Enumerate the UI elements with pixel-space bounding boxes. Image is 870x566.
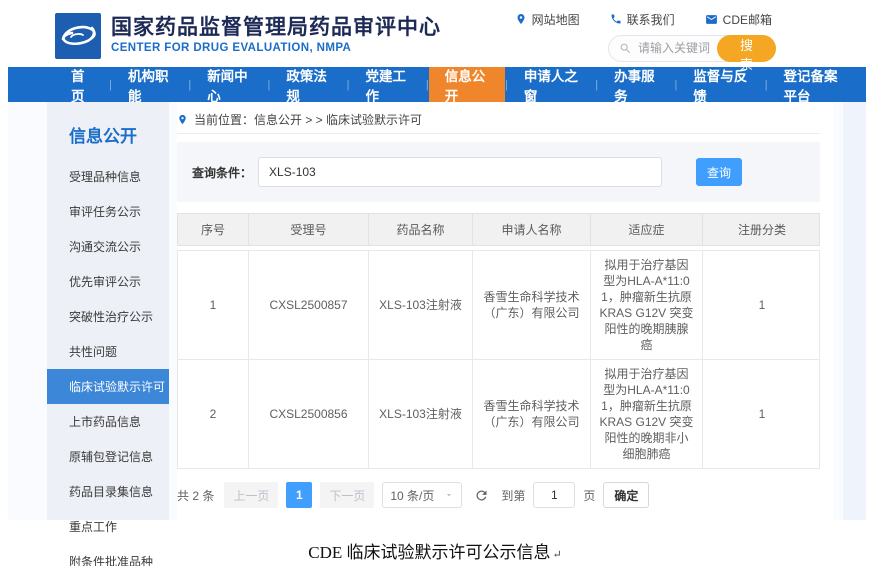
quick-links: 网站地图 联系我们 CDE邮箱 <box>515 11 772 28</box>
column-header-registration-class: 注册分类 <box>703 214 821 245</box>
link-site-map[interactable]: 网站地图 <box>515 11 580 28</box>
breadcrumb: 当前位置：信息公开 > > 临床试验默示许可 <box>177 110 820 134</box>
results-table: 序号 受理号 药品名称 申请人名称 适应症 注册分类 1 CXSL2500857… <box>177 213 820 469</box>
nav-item-policy[interactable]: 政策法规 <box>270 67 346 102</box>
map-pin-icon <box>177 114 188 125</box>
phone-icon <box>610 13 622 25</box>
query-label: 查询条件： <box>192 164 252 181</box>
cde-logo-icon <box>55 13 101 59</box>
sidebar-item-excipient-registration[interactable]: 原辅包登记信息 <box>47 439 169 474</box>
cell-registration-class: 1 <box>703 251 821 359</box>
nav-item-org[interactable]: 机构职能 <box>112 67 188 102</box>
nav-item-registration-platform[interactable]: 登记备案平台 <box>768 67 866 102</box>
pagination: 共 2 条 上一页 1 下一页 10 条/页 到第 页 <box>177 482 820 508</box>
jump-label: 到第 <box>501 487 525 504</box>
site-body: 信息公开 受理品种信息 审评任务公示 沟通交流公示 优先审评公示 突破性治疗公示… <box>8 102 866 520</box>
nav-item-supervision[interactable]: 监督与反馈 <box>677 67 764 102</box>
sidebar-item-breakthrough-therapy[interactable]: 突破性治疗公示 <box>47 299 169 334</box>
site-subtitle: CENTER FOR DRUG EVALUATION, NMPA <box>111 42 441 55</box>
link-cde-mailbox[interactable]: CDE邮箱 <box>705 11 772 28</box>
page-size-value: 10 条/页 <box>390 487 434 504</box>
sidebar-item-marketed-drugs[interactable]: 上市药品信息 <box>47 404 169 439</box>
prev-page-button[interactable]: 上一页 <box>224 482 278 508</box>
site-title: 国家药品监督管理局药品审评中心 <box>111 16 441 40</box>
cell-acceptance-number: CXSL2500857 <box>249 251 369 359</box>
nav-item-info-disclosure[interactable]: 信息公开 <box>429 67 505 102</box>
cell-drug-name: XLS-103注射液 <box>369 360 473 468</box>
caption-text: CDE 临床试验默示许可公示信息 <box>308 543 550 562</box>
site-titles: 国家药品监督管理局药品审评中心 CENTER FOR DRUG EVALUATI… <box>111 16 441 55</box>
quick-link-label: CDE邮箱 <box>723 11 772 28</box>
sidebar-item-drug-catalog[interactable]: 药品目录集信息 <box>47 474 169 509</box>
column-header-indication: 适应症 <box>591 214 703 245</box>
site-search: 搜索 <box>608 35 776 62</box>
cell-acceptance-number: CXSL2500856 <box>249 360 369 468</box>
query-input[interactable] <box>258 157 662 187</box>
brand: 国家药品监督管理局药品审评中心 CENTER FOR DRUG EVALUATI… <box>55 13 441 59</box>
page-1-button[interactable]: 1 <box>286 482 312 508</box>
sidebar-item-clinical-trial-implied-license[interactable]: 临床试验默示许可 <box>47 369 169 404</box>
page-size-select[interactable]: 10 条/页 <box>382 482 462 508</box>
sidebar-item-priority-review[interactable]: 优先审评公示 <box>47 264 169 299</box>
refresh-icon[interactable] <box>474 488 489 503</box>
top-nav: 首页 机构职能 新闻中心 政策法规 党建工作 信息公开 申请人之窗 办事服务 监… <box>8 67 866 102</box>
breadcrumb-text: 当前位置：信息公开 > > 临床试验默示许可 <box>194 111 422 128</box>
cell-indication: 拟用于治疗基因型为HLA-A*11:01，肿瘤新生抗原KRAS G12V 突变阳… <box>591 360 703 468</box>
cell-index: 2 <box>178 360 249 468</box>
header-right: 网站地图 联系我们 CDE邮箱 <box>515 11 776 62</box>
site-search-button[interactable]: 搜索 <box>717 35 776 62</box>
cell-index: 1 <box>178 251 249 359</box>
sidebar-title: 信息公开 <box>47 118 169 159</box>
sidebar-item-review-tasks[interactable]: 审评任务公示 <box>47 194 169 229</box>
jump-unit: 页 <box>583 487 595 504</box>
page-background-strip <box>843 102 866 520</box>
table-row: 1 CXSL2500857 XLS-103注射液 香雪生命科学技术（广东）有限公… <box>178 251 819 360</box>
column-header-acceptance-number: 受理号 <box>249 214 369 245</box>
query-button[interactable]: 查询 <box>696 158 742 186</box>
jump-page-input[interactable] <box>533 482 575 508</box>
cell-applicant: 香雪生命科学技术（广东）有限公司 <box>473 360 591 468</box>
cell-registration-class: 1 <box>703 360 821 468</box>
column-header-applicant: 申请人名称 <box>473 214 591 245</box>
sidebar-item-common-issues[interactable]: 共性问题 <box>47 334 169 369</box>
table-header-row: 序号 受理号 药品名称 申请人名称 适应症 注册分类 <box>177 213 820 246</box>
cell-applicant: 香雪生命科学技术（广东）有限公司 <box>473 251 591 359</box>
total-count: 共 2 条 <box>177 487 214 504</box>
website-screenshot: 国家药品监督管理局药品审评中心 CENTER FOR DRUG EVALUATI… <box>8 5 866 520</box>
document-page: 国家药品监督管理局药品审评中心 CENTER FOR DRUG EVALUATI… <box>0 0 870 566</box>
cell-indication: 拟用于治疗基因型为HLA-A*11:01，肿瘤新生抗原KRAS G12V 突变阳… <box>591 251 703 359</box>
nav-item-party[interactable]: 党建工作 <box>350 67 426 102</box>
table-body: 1 CXSL2500857 XLS-103注射液 香雪生命科学技术（广东）有限公… <box>177 250 820 469</box>
site-header: 国家药品监督管理局药品审评中心 CENTER FOR DRUG EVALUATI… <box>8 5 866 67</box>
nav-item-news[interactable]: 新闻中心 <box>191 67 267 102</box>
search-icon <box>619 42 632 55</box>
sidebar-item-communication[interactable]: 沟通交流公示 <box>47 229 169 264</box>
next-page-button[interactable]: 下一页 <box>320 482 374 508</box>
site-search-input[interactable] <box>638 41 718 55</box>
confirm-button[interactable]: 确定 <box>603 482 649 508</box>
query-panel: 查询条件： 查询 <box>177 142 820 202</box>
quick-link-label: 网站地图 <box>532 11 580 28</box>
sidebar: 信息公开 受理品种信息 审评任务公示 沟通交流公示 优先审评公示 突破性治疗公示… <box>47 102 169 520</box>
nav-item-services[interactable]: 办事服务 <box>598 67 674 102</box>
chevron-down-icon <box>444 490 454 500</box>
nav-item-home[interactable]: 首页 <box>55 67 109 102</box>
map-pin-icon <box>515 13 527 25</box>
quick-link-label: 联系我们 <box>627 11 675 28</box>
main-content: 当前位置：信息公开 > > 临床试验默示许可 查询条件： 查询 序号 受理号 药… <box>177 102 833 520</box>
cell-drug-name: XLS-103注射液 <box>369 251 473 359</box>
link-contact-us[interactable]: 联系我们 <box>610 11 675 28</box>
nav-item-applicant-window[interactable]: 申请人之窗 <box>508 67 595 102</box>
sidebar-item-acceptance-info[interactable]: 受理品种信息 <box>47 159 169 194</box>
paragraph-mark: ↵ <box>553 549 562 561</box>
mail-icon <box>705 13 718 26</box>
column-header-index: 序号 <box>178 214 249 245</box>
column-header-drug-name: 药品名称 <box>369 214 473 245</box>
caption: CDE 临床试验默示许可公示信息↵ <box>0 538 870 563</box>
table-row: 2 CXSL2500856 XLS-103注射液 香雪生命科学技术（广东）有限公… <box>178 360 819 468</box>
